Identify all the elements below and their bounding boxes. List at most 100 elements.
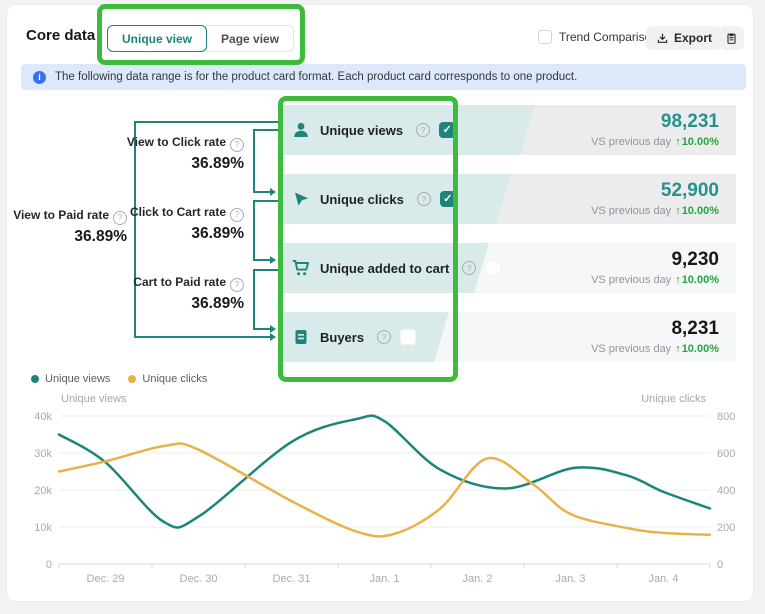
svg-text:Jan. 4: Jan. 4 (649, 573, 679, 585)
cursor-icon (291, 189, 311, 209)
trend-comparison-toggle[interactable]: Trend Comparison (538, 30, 658, 44)
left-axis-title: Unique views (61, 393, 126, 405)
tab-page-view[interactable]: Page view (206, 25, 294, 52)
funnel-connector-step1-vertical (253, 129, 255, 192)
cart-icon (291, 258, 311, 278)
vs-previous-day-label: VS previous day (591, 343, 671, 355)
up-arrow-icon: ↑ (675, 205, 681, 217)
trend-chart: 0010k20020k40030k60040k800Dec. 29Dec. 30… (17, 405, 747, 595)
funnel-row-unique-added-to-cart: Unique added to cart ? ✓ 9,230 VS previo… (279, 243, 736, 293)
check-icon: ✓ (442, 125, 451, 136)
person-icon (291, 120, 311, 140)
up-arrow-icon: ↑ (675, 274, 681, 286)
svg-text:Dec. 30: Dec. 30 (180, 573, 218, 585)
metric-value: 9,230 (591, 249, 719, 271)
row-checkbox[interactable]: ✓ (485, 260, 501, 276)
help-icon[interactable]: ? (416, 123, 430, 137)
legend-dot (128, 375, 136, 383)
rate-label: View to Click rate (127, 135, 226, 149)
page-title: Core data (26, 27, 95, 44)
funnel-row-unique-clicks: Unique clicks ? ✓ 52,900 VS previous day… (279, 174, 736, 224)
help-icon[interactable]: ? (377, 330, 391, 344)
trend-comparison-checkbox[interactable] (538, 30, 552, 44)
download-icon (656, 32, 669, 45)
metric-value: 98,231 (591, 111, 719, 133)
funnel-connector-step3-top (253, 269, 279, 271)
view-tabs: Unique view Page view (107, 25, 294, 52)
svg-text:0: 0 (46, 559, 52, 571)
rate-value: 36.89% (133, 294, 244, 314)
svg-text:Jan. 1: Jan. 1 (370, 573, 400, 585)
arrow-right-icon (270, 188, 276, 196)
metric-value-block: 52,900 VS previous day ↑10.00% (591, 180, 719, 217)
legend-item-unique-clicks[interactable]: Unique clicks (128, 373, 207, 385)
help-icon[interactable]: ? (113, 211, 127, 225)
funnel-connector-overall-top (134, 121, 279, 123)
change-badge: ↑10.00% (675, 343, 719, 355)
funnel-row-label: Unique clicks (320, 192, 404, 207)
funnel-connector-step2-vertical (253, 200, 255, 260)
up-arrow-icon: ↑ (675, 343, 681, 355)
vs-previous-day-label: VS previous day (591, 136, 671, 148)
rate-value: 36.89% (13, 227, 127, 247)
change-badge: ↑10.00% (675, 136, 719, 148)
svg-text:20k: 20k (34, 485, 52, 497)
svg-text:800: 800 (717, 411, 735, 423)
funnel-row-label: Unique views (320, 123, 403, 138)
click-to-cart-rate: Click to Cart rate? 36.89% (130, 205, 244, 244)
funnel-connector-step1-bottom (253, 191, 271, 193)
svg-text:30k: 30k (34, 448, 52, 460)
svg-text:400: 400 (717, 485, 735, 497)
arrow-right-icon (270, 256, 276, 264)
funnel-connector-step2-top (253, 200, 279, 202)
change-badge: ↑10.00% (675, 274, 719, 286)
legend-label: Unique views (45, 373, 110, 385)
funnel-connector-step1-top (253, 129, 279, 131)
buyers-icon (291, 327, 311, 347)
svg-text:600: 600 (717, 448, 735, 460)
view-to-click-rate: View to Click rate? 36.89% (127, 135, 244, 174)
info-icon: i (33, 71, 46, 84)
legend-item-unique-views[interactable]: Unique views (31, 373, 110, 385)
row-checkbox[interactable]: ✓ (400, 329, 416, 345)
svg-text:Jan. 2: Jan. 2 (463, 573, 493, 585)
help-icon[interactable]: ? (417, 192, 431, 206)
svg-text:200: 200 (717, 522, 735, 534)
svg-text:Dec. 31: Dec. 31 (273, 573, 311, 585)
funnel-connector-step2-bottom (253, 259, 271, 261)
help-icon[interactable]: ? (230, 278, 244, 292)
clipboard-icon (725, 32, 738, 45)
row-checkbox[interactable]: ✓ (440, 191, 456, 207)
view-to-paid-rate: View to Paid rate? 36.89% (13, 208, 127, 247)
arrow-right-icon (270, 325, 276, 333)
help-icon[interactable]: ? (230, 138, 244, 152)
trend-comparison-label: Trend Comparison (559, 30, 658, 44)
arrow-right-icon (270, 333, 276, 341)
svg-text:Dec. 29: Dec. 29 (87, 573, 125, 585)
legend-label: Unique clicks (142, 373, 207, 385)
tab-unique-view[interactable]: Unique view (107, 25, 207, 52)
info-banner: i The following data range is for the pr… (21, 64, 746, 90)
metric-value: 8,231 (591, 318, 719, 340)
rate-label: Click to Cart rate (130, 205, 226, 219)
help-icon[interactable]: ? (462, 261, 476, 275)
funnel-row-buyers: Buyers ? ✓ 8,231 VS previous day ↑10.00% (279, 312, 736, 362)
funnel-row-label: Buyers (320, 330, 364, 345)
funnel-connector-step3-bottom (253, 328, 271, 330)
info-banner-text: The following data range is for the prod… (55, 71, 577, 83)
help-icon[interactable]: ? (230, 208, 244, 222)
chart-legend: Unique views Unique clicks (31, 373, 207, 385)
change-badge: ↑10.00% (675, 205, 719, 217)
svg-text:Jan. 3: Jan. 3 (556, 573, 586, 585)
rate-label: View to Paid rate (13, 208, 109, 222)
row-checkbox[interactable]: ✓ (439, 122, 455, 138)
clipboard-button[interactable] (719, 26, 744, 50)
funnel-row-label: Unique added to cart (320, 261, 449, 276)
page: { "header": { "title": "Core data", "tab… (0, 0, 765, 614)
vs-previous-day-label: VS previous day (591, 205, 671, 217)
metric-value-block: 9,230 VS previous day↑10.00% (591, 249, 719, 286)
export-button[interactable]: Export (646, 26, 722, 50)
metric-value: 52,900 (591, 180, 719, 202)
legend-dot (31, 375, 39, 383)
metric-value-block: 98,231 VS previous day ↑10.00% (591, 111, 719, 148)
